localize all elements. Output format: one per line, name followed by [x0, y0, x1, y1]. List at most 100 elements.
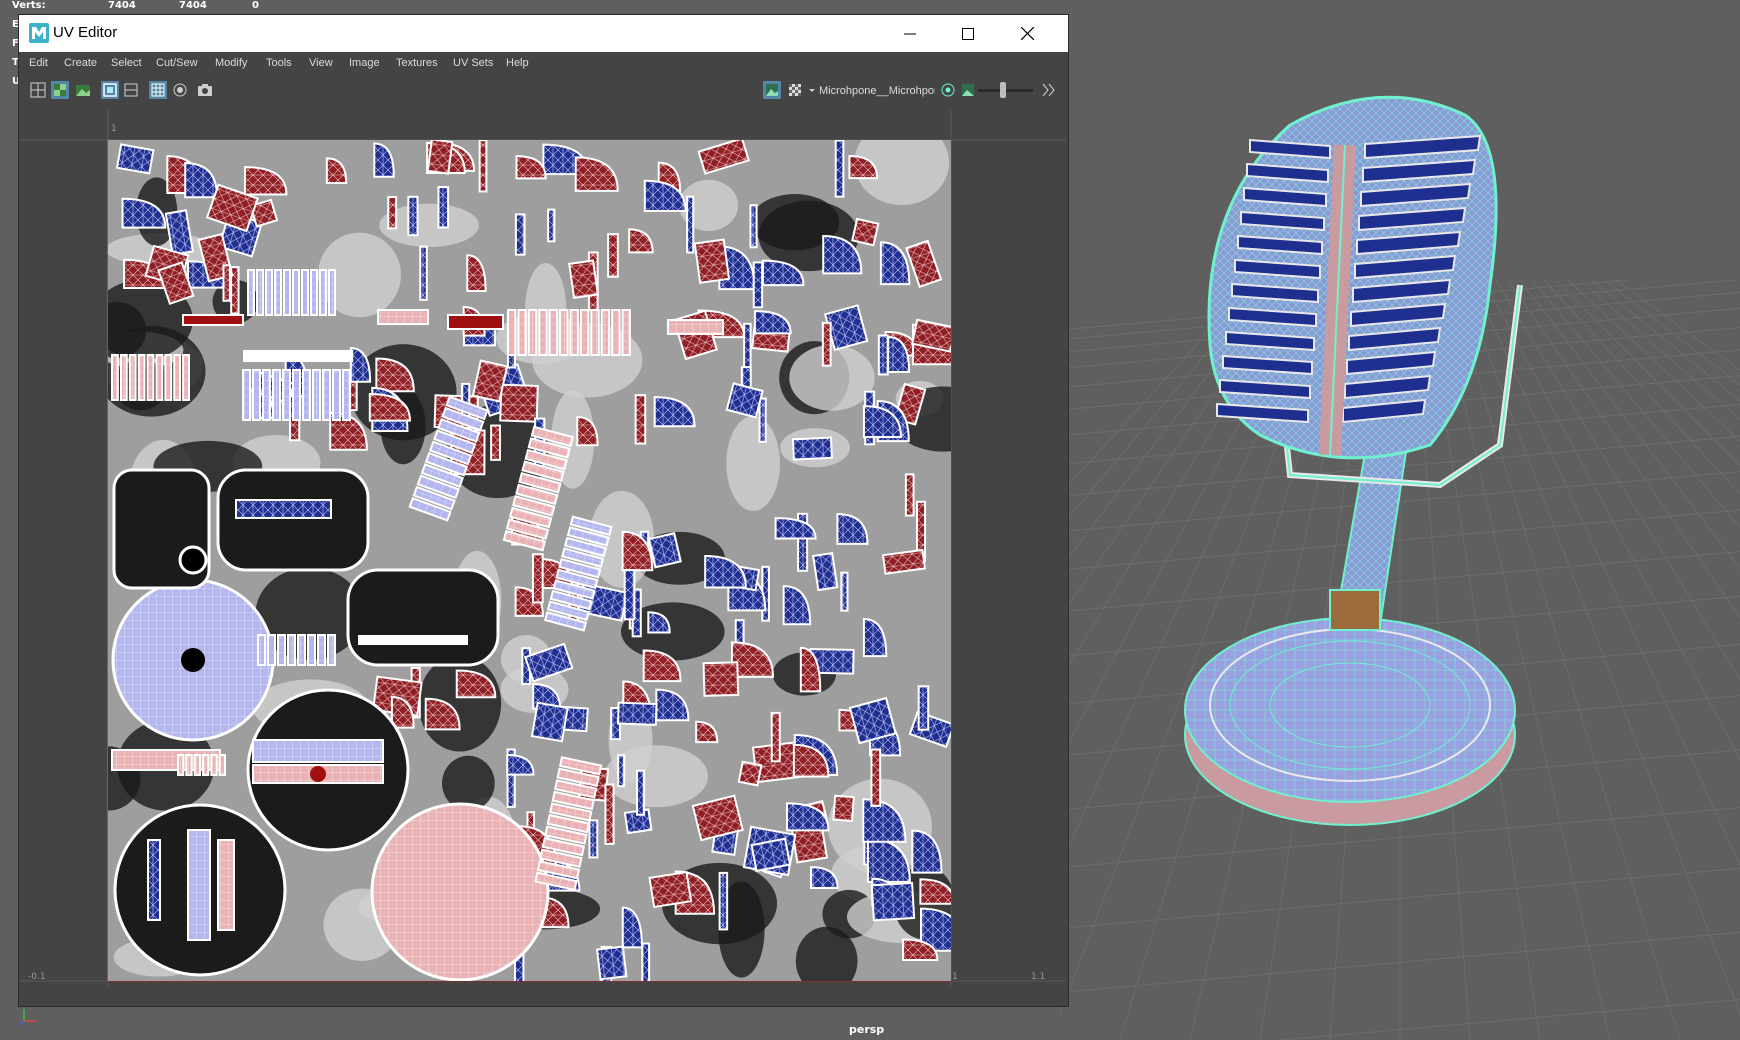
menu-view[interactable]: View — [309, 57, 333, 69]
uv-shell — [917, 685, 930, 731]
menu-modify[interactable]: Modify — [215, 57, 247, 69]
uv-shell — [693, 238, 731, 284]
uv-shell — [222, 264, 231, 302]
close-button[interactable] — [998, 15, 1056, 52]
hud-verts-value-1: 7404 — [108, 0, 136, 11]
uv-shell — [870, 881, 916, 922]
toolbar-overflow-icon[interactable] — [1039, 81, 1057, 99]
uv-shell — [636, 769, 646, 816]
uv-shell — [686, 195, 695, 254]
menu-help[interactable]: Help — [506, 57, 529, 69]
uv-shell — [478, 140, 488, 193]
uv-shell — [840, 571, 849, 612]
menu-select[interactable]: Select — [111, 57, 142, 69]
uv-axis-tick-bottom-left: -0.1 — [28, 972, 46, 982]
uv-shell — [426, 140, 454, 175]
uv-toolbar: Microhpone__Microhpone — [19, 75, 1068, 107]
uv-shell — [490, 424, 501, 461]
uv-shell — [750, 837, 792, 873]
uv-shell — [499, 383, 539, 423]
uv-shell — [770, 711, 781, 763]
checker-map-icon[interactable] — [786, 81, 804, 99]
uv-comb-shell — [111, 354, 191, 401]
uv-shell — [387, 196, 398, 230]
uv-shell — [648, 870, 693, 909]
uv-shell — [758, 397, 767, 443]
uv-shell — [616, 701, 658, 726]
window-titlebar[interactable]: UV Editor — [19, 15, 1068, 52]
snapshot-camera-icon[interactable] — [196, 81, 214, 99]
menu-tools[interactable]: Tools — [266, 57, 292, 69]
uv-shell — [634, 394, 647, 445]
uv-editor-window[interactable]: UV Editor Edit Create Select Cut/Sew Mod… — [19, 15, 1068, 1006]
camera-label: persp — [849, 1023, 885, 1036]
uv-shell — [595, 945, 628, 981]
uv-layout — [108, 140, 951, 981]
maximize-button[interactable] — [939, 15, 997, 52]
axis-gizmo-icon — [19, 1009, 36, 1026]
uv-shell — [737, 760, 763, 787]
dim-image-icon[interactable] — [122, 81, 140, 99]
checker-tile-icon[interactable] — [51, 81, 69, 99]
close-icon — [1020, 27, 1034, 40]
image-display-icon[interactable] — [74, 81, 92, 99]
uv-shell — [752, 261, 764, 309]
uv-shell — [407, 195, 419, 237]
uv-axis-tick-bottom-1-1: 1.1 — [1031, 972, 1046, 982]
hud-verts-value-2: 7404 — [179, 0, 207, 11]
uv-shell — [547, 208, 556, 243]
maya-logo-icon — [29, 23, 49, 43]
uv-axis-tick-top: 1 — [111, 124, 117, 134]
uv-shell — [623, 569, 636, 621]
uv-shell — [419, 245, 428, 301]
uv-shell — [904, 473, 915, 517]
uv-shell — [881, 548, 927, 575]
uv-shell — [832, 794, 855, 823]
uv-shell — [870, 748, 882, 807]
uv-shell — [834, 140, 845, 198]
uv-comb-shell — [242, 369, 351, 421]
menu-textures[interactable]: Textures — [396, 57, 438, 69]
uv-shell — [568, 259, 600, 299]
menu-image[interactable]: Image — [349, 57, 380, 69]
menu-create[interactable]: Create — [64, 57, 97, 69]
microphone-model[interactable] — [1180, 85, 1640, 845]
menu-cut-sew[interactable]: Cut/Sew — [156, 57, 198, 69]
uv-shell — [588, 819, 599, 859]
uv-shell — [607, 233, 619, 278]
hud-label-tris: T — [12, 57, 19, 68]
hud-label-faces: F — [12, 38, 19, 49]
exposure-slider-thumb[interactable] — [999, 82, 1006, 98]
uv-shell — [702, 661, 740, 697]
texture-name-field[interactable]: Microhpone__Microhpone — [819, 85, 935, 97]
menu-edit[interactable]: Edit — [29, 57, 48, 69]
texture-border-icon[interactable] — [101, 81, 119, 99]
uv-shell — [647, 532, 682, 569]
grid-toggle-icon[interactable] — [149, 81, 167, 99]
hud-label-edges: E — [12, 19, 19, 30]
uv-shell — [718, 871, 729, 931]
minimize-button[interactable] — [881, 15, 939, 52]
uv-shell — [115, 143, 155, 175]
uv-shell — [791, 436, 833, 461]
uv-shell — [617, 754, 626, 788]
maximize-icon — [962, 27, 974, 40]
menu-uv-sets[interactable]: UV Sets — [453, 57, 493, 69]
uv-shell — [530, 701, 569, 743]
uv-shell — [851, 217, 880, 247]
uv-shell — [821, 321, 832, 367]
uv-canvas[interactable]: 1 -0.1 1 1.1 — [20, 110, 1066, 986]
uv-shell-icon[interactable] — [29, 81, 47, 99]
window-title: UV Editor — [53, 24, 118, 41]
exposure-icon[interactable] — [939, 81, 957, 99]
uv-shell — [641, 942, 651, 981]
display-image-icon[interactable] — [763, 81, 781, 99]
chevron-down-icon[interactable] — [806, 81, 818, 99]
snap-pixels-icon[interactable] — [171, 81, 189, 99]
uv-shell — [437, 186, 450, 229]
gamma-icon[interactable] — [959, 81, 977, 99]
menu-bar: Edit Create Select Cut/Sew Modify Tools … — [19, 52, 1068, 75]
minimize-icon — [904, 33, 916, 34]
uv-axis-tick-bottom-1: 1 — [952, 972, 958, 982]
uv-texture-tile[interactable] — [108, 140, 951, 981]
